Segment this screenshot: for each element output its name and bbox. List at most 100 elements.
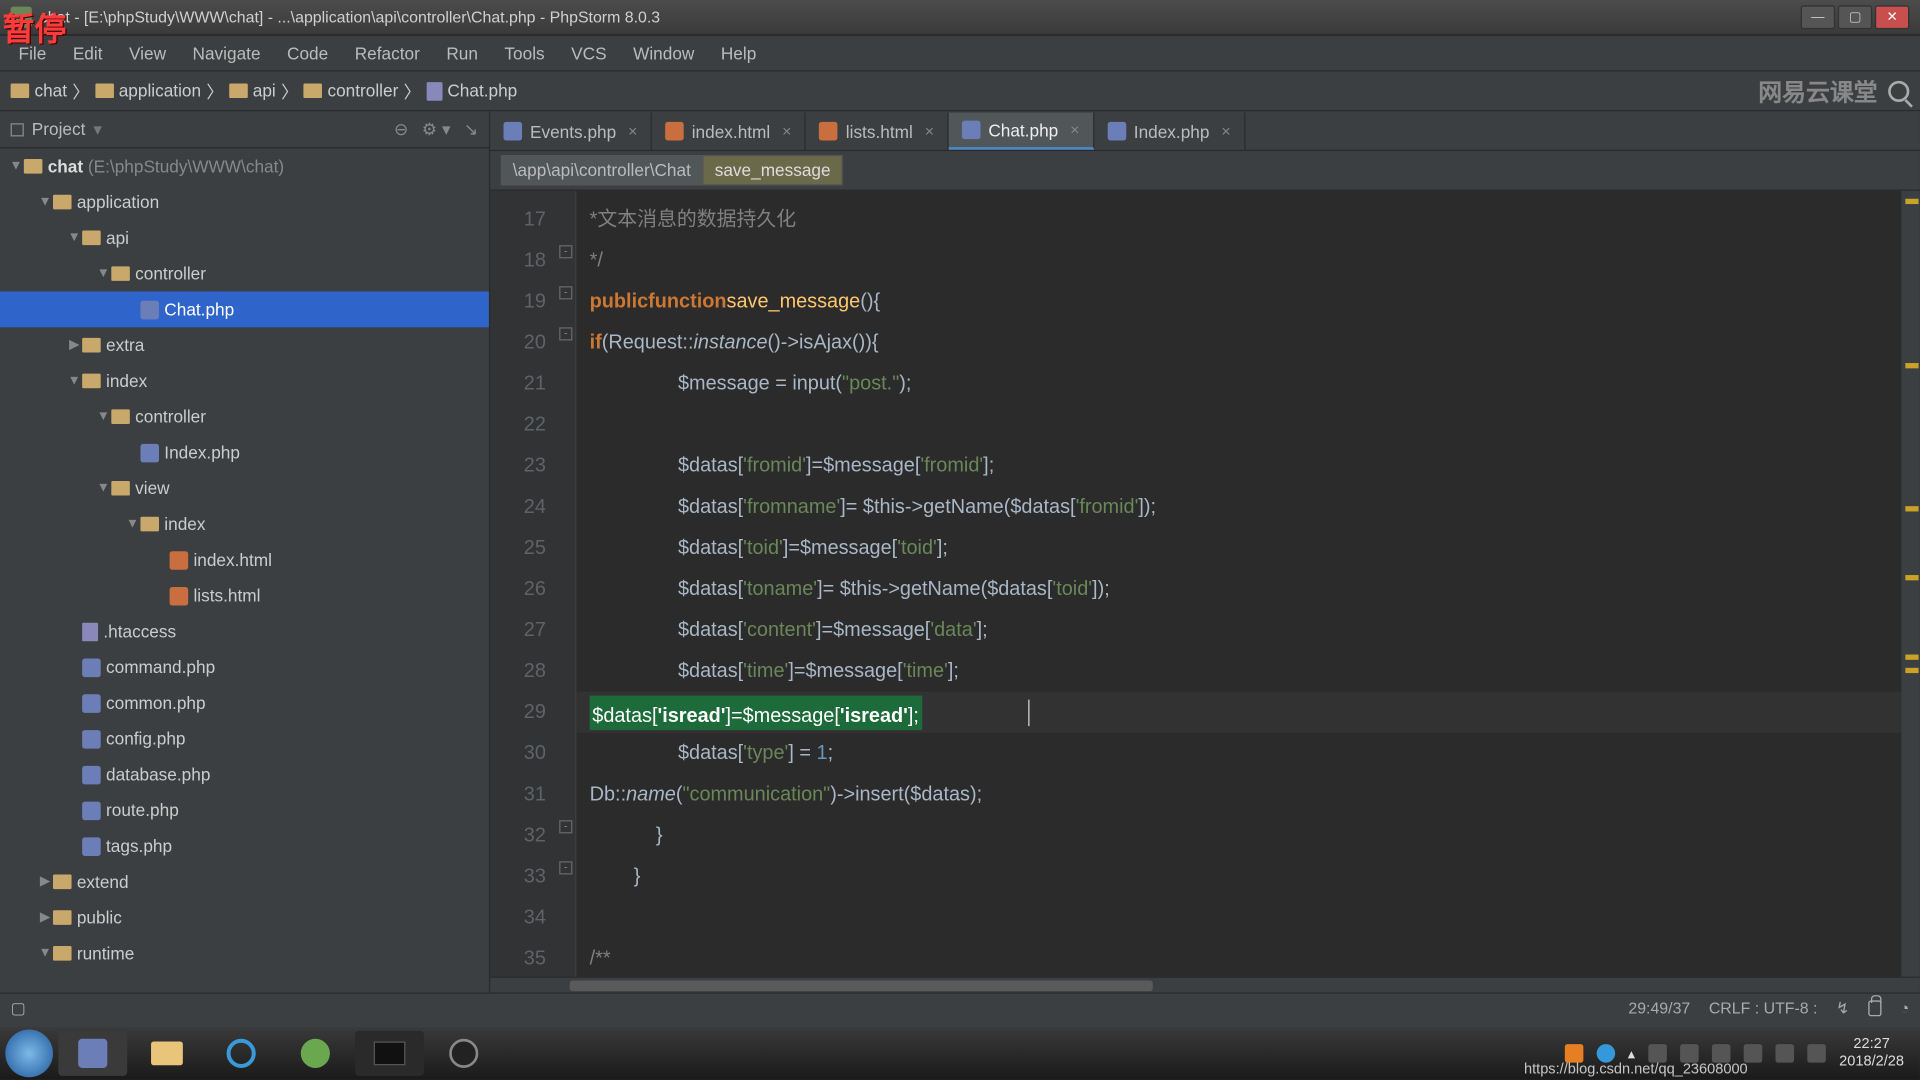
maximize-button[interactable]: ▢ [1838,5,1872,29]
breadcrumb-item[interactable]: api [229,81,276,101]
breadcrumb-file[interactable]: \app\api\controller\Chat [501,155,703,185]
encoding-indicator[interactable]: CRLF : UTF-8 : [1709,998,1818,1017]
editor-tab[interactable]: Events.php× [490,113,652,150]
taskbar-app-explorer[interactable] [133,1031,202,1076]
tray-chevron-icon[interactable]: ▴ [1628,1045,1635,1062]
tray-icon[interactable] [1744,1044,1763,1063]
editor-tab[interactable]: lists.html× [806,113,949,150]
taskbar-app-cmd[interactable] [355,1031,424,1076]
tray-icon[interactable] [1807,1044,1826,1063]
breadcrumb-method[interactable]: save_message [703,155,843,185]
code-line[interactable]: $datas['toid']=$message['toid']; [590,527,1902,568]
lock-icon[interactable] [1868,1000,1881,1016]
code-line[interactable]: $datas['fromname']= $this->getName($data… [590,486,1902,527]
code-line[interactable]: public function save_message(){ [590,281,1902,322]
inspector-icon[interactable]: ◔ [1900,998,1910,1017]
tree-item[interactable]: tags.php [0,828,489,864]
tree-item[interactable]: route.php [0,792,489,828]
tray-icon[interactable] [1680,1044,1699,1063]
start-button[interactable] [5,1030,53,1078]
tree-item[interactable]: Chat.php [0,292,489,328]
menu-edit[interactable]: Edit [60,38,116,68]
editor-tab[interactable]: Index.php× [1094,113,1245,150]
code-line[interactable]: */ [590,240,1902,281]
close-tab-icon[interactable]: × [1070,121,1079,140]
code-line[interactable] [590,897,1902,938]
code-line[interactable] [590,404,1902,445]
tray-icon[interactable] [1564,1044,1583,1063]
editor-tab[interactable]: Chat.php× [949,113,1094,150]
menu-tools[interactable]: Tools [491,38,558,68]
tray-icon[interactable] [1648,1044,1667,1063]
code-line[interactable]: $datas['content']=$message['data']; [590,610,1902,651]
tree-item[interactable]: database.php [0,757,489,793]
code-editor[interactable]: 17181920212223242526272829303132333435 -… [490,191,1920,977]
code-line[interactable]: } [590,815,1902,856]
close-button[interactable]: ✕ [1875,5,1909,29]
code-line[interactable]: $datas['type'] = 1; [590,733,1902,774]
search-icon[interactable] [1888,80,1909,101]
tree-item[interactable]: ▼controller [0,256,489,292]
menu-code[interactable]: Code [274,38,342,68]
code-line[interactable]: Db::name("communication")->insert($datas… [590,774,1902,815]
close-tab-icon[interactable]: × [1221,122,1230,141]
tree-item[interactable]: config.php [0,721,489,757]
code-line[interactable]: $datas['time']=$message['time']; [590,651,1902,692]
project-header[interactable]: Project [32,119,86,139]
code-line[interactable]: $datas['isread']=$message['isread']; [590,692,1902,733]
taskbar-clock[interactable]: 22:272018/2/28 [1839,1036,1904,1070]
code-line[interactable]: $datas['fromid']=$message['fromid']; [590,445,1902,486]
code-line[interactable]: /** [590,938,1902,976]
breadcrumb-item[interactable]: chat [11,81,67,101]
marker-stripe[interactable] [1901,191,1920,977]
taskbar-app-ie[interactable] [207,1031,276,1076]
tree-item[interactable]: ▼index [0,363,489,399]
collapse-icon[interactable]: ⊖ [394,119,408,140]
close-tab-icon[interactable]: × [782,122,791,141]
settings-icon[interactable]: ⚙ ▾ [422,119,451,140]
menu-refactor[interactable]: Refactor [341,38,433,68]
code-line[interactable]: } [590,856,1902,897]
menu-view[interactable]: View [116,38,180,68]
close-tab-icon[interactable]: × [628,122,637,141]
tree-item[interactable]: ▼api [0,220,489,256]
taskbar-app-phpstorm[interactable] [58,1031,127,1076]
tree-item[interactable]: ▶extend [0,864,489,900]
breadcrumb-item[interactable]: Chat.php [426,81,517,101]
project-tree[interactable]: ▼chat (E:\phpStudy\WWW\chat)▼application… [0,148,489,992]
tree-item[interactable]: .htaccess [0,613,489,649]
tree-item[interactable]: ▼runtime [0,935,489,971]
tree-item[interactable]: ▼controller [0,399,489,435]
fold-column[interactable]: ----- [557,191,577,977]
git-icon[interactable]: ↯ [1836,998,1849,1017]
tree-root[interactable]: ▼chat (E:\phpStudy\WWW\chat) [0,148,489,184]
tree-item[interactable]: Index.php [0,435,489,471]
taskbar-app-green[interactable] [281,1031,350,1076]
menu-vcs[interactable]: VCS [558,38,620,68]
code-text[interactable]: *文本消息的数据持久化 */ public function save_mess… [576,191,1901,977]
tray-icon[interactable] [1776,1044,1795,1063]
tree-item[interactable]: common.php [0,685,489,721]
taskbar-app-obs[interactable] [429,1031,498,1076]
tree-item[interactable]: lists.html [0,578,489,614]
menu-window[interactable]: Window [620,38,708,68]
code-line[interactable]: $message = input("post."); [590,363,1902,404]
tree-item[interactable]: index.html [0,542,489,578]
tray-icon[interactable] [1596,1044,1615,1063]
breadcrumb-item[interactable]: controller [304,81,399,101]
menu-navigate[interactable]: Navigate [179,38,273,68]
tree-item[interactable]: ▶public [0,900,489,936]
code-line[interactable]: if(Request::instance()->isAjax()){ [590,322,1902,363]
close-tab-icon[interactable]: × [925,122,934,141]
editor-tab[interactable]: index.html× [652,113,806,150]
menu-help[interactable]: Help [708,38,770,68]
code-line[interactable]: *文本消息的数据持久化 [590,199,1902,240]
tray-icon[interactable] [1712,1044,1731,1063]
tree-item[interactable]: ▼index [0,506,489,542]
minimize-button[interactable]: — [1801,5,1835,29]
tree-item[interactable]: ▶extra [0,327,489,363]
breadcrumb-item[interactable]: application [95,81,201,101]
tree-item[interactable]: ▼application [0,184,489,220]
horizontal-scrollbar[interactable] [490,977,1920,993]
menu-run[interactable]: Run [433,38,491,68]
